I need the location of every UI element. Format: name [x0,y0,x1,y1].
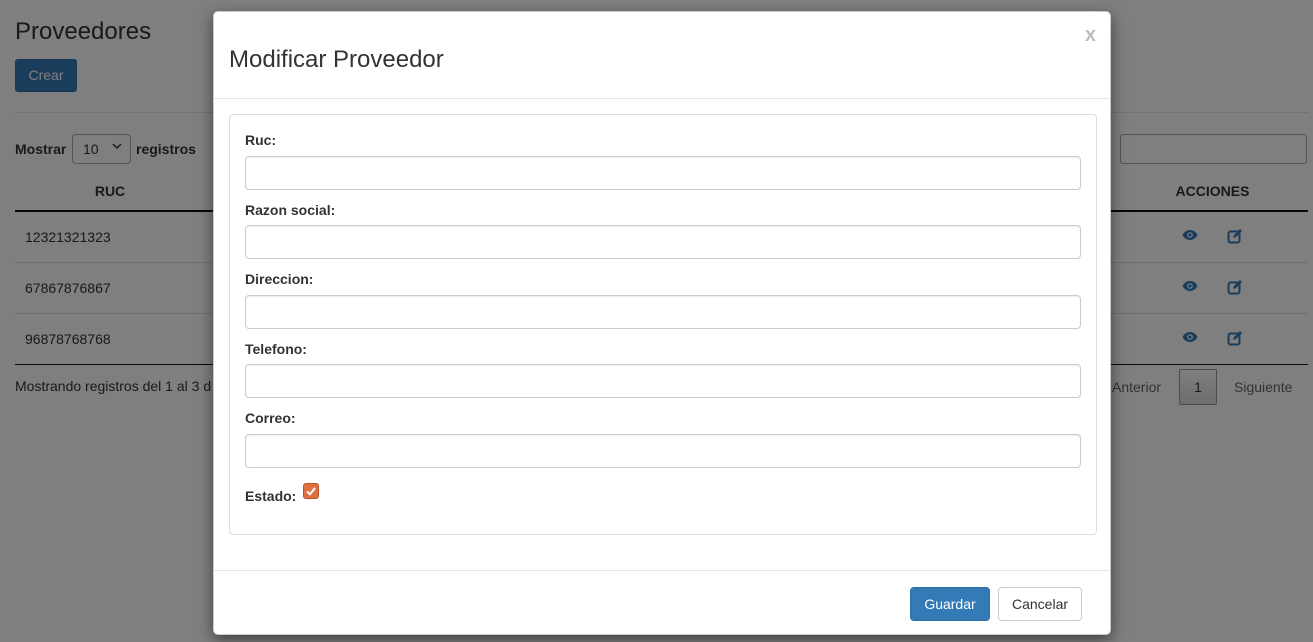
razon-social-label: Razon social: [245,202,336,218]
close-icon[interactable]: x [1085,25,1096,45]
telefono-label: Telefono: [245,341,307,357]
ruc-field[interactable] [245,156,1081,190]
correo-label: Correo: [245,410,296,426]
cancel-button[interactable]: Cancelar [998,587,1082,621]
direccion-field[interactable] [245,295,1081,329]
modal-footer: Guardar Cancelar [214,570,1110,634]
checkmark-icon [306,487,316,496]
estado-label: Estado: [245,488,297,504]
razon-social-field[interactable] [245,225,1081,259]
correo-field[interactable] [245,434,1081,468]
ruc-label: Ruc: [245,132,277,148]
direccion-label: Direccion: [245,271,314,287]
telefono-field[interactable] [245,364,1081,398]
estado-control: Estado: [245,483,319,504]
modal-title: Modificar Proveedor [229,46,444,73]
modal-header: Modificar Proveedor x [214,12,1110,99]
provider-form: Ruc: Razon social: Direccion: Telefono: … [229,114,1097,535]
estado-checkbox[interactable] [303,483,319,499]
save-button[interactable]: Guardar [910,587,990,621]
edit-provider-modal: Modificar Proveedor x Ruc: Razon social:… [213,11,1111,635]
